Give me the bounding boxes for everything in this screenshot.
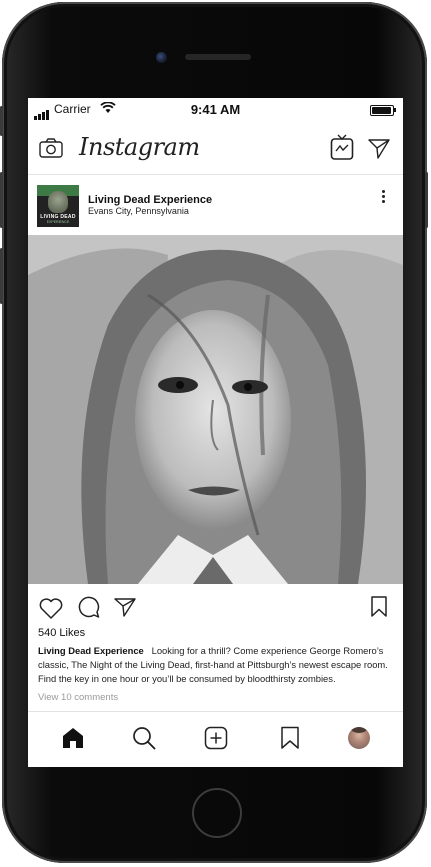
view-comments-link[interactable]: View 10 comments [38,692,118,703]
more-options-icon[interactable] [382,190,388,205]
power-button [425,172,428,228]
saved-icon[interactable] [278,726,302,750]
post-actions [28,594,403,624]
like-count[interactable]: 540 Likes [38,627,85,639]
status-time: 9:41 AM [190,102,241,117]
avatar-logo-subtext: EXPERIENCE [46,220,70,224]
post-location[interactable]: Evans City, Pennsylvania [88,206,189,216]
battery-icon [370,105,396,116]
post-account-name[interactable]: Living Dead Experience [88,194,212,206]
app-header: Instagram [28,120,403,175]
post-photo[interactable] [28,235,403,584]
igtv-icon[interactable] [330,134,354,161]
volume-down-button [0,248,3,304]
comment-icon[interactable] [77,596,100,619]
caption-username[interactable]: Living Dead Experience [38,645,144,656]
camera-icon[interactable] [39,138,63,158]
front-camera [156,52,167,63]
profile-avatar[interactable] [348,727,370,749]
post-header: LIVING DEAD EXPERIENCE Living Dead Exper… [28,175,403,235]
heart-icon[interactable] [39,598,63,619]
bookmark-icon[interactable] [370,596,388,618]
phone-screen: Carrier 9:41 AM Instagram LIVING DEAD EX… [28,98,403,767]
search-icon[interactable] [132,726,156,750]
app-logo: Instagram [79,133,200,161]
bottom-tab-bar [28,711,403,767]
home-icon[interactable] [61,726,85,750]
status-bar: Carrier 9:41 AM [28,98,403,120]
volume-up-button [0,172,3,228]
earpiece-speaker [185,54,251,60]
share-icon[interactable] [114,597,136,618]
account-avatar[interactable]: LIVING DEAD EXPERIENCE [37,185,79,227]
mute-switch [0,106,3,136]
add-post-icon[interactable] [204,726,228,750]
direct-message-icon[interactable] [368,138,390,160]
post-caption: Living Dead Experience Looking for a thr… [38,644,388,686]
home-button[interactable] [192,788,242,838]
